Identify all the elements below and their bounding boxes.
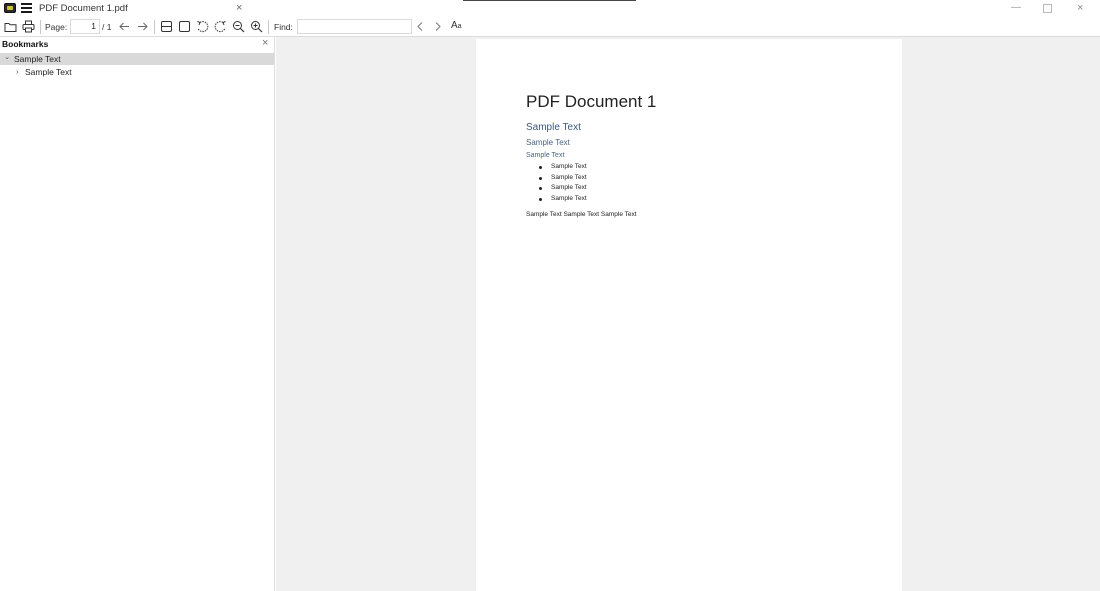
match-case-icon[interactable]: Aa	[451, 20, 462, 31]
find-input[interactable]	[297, 19, 412, 34]
toolbar: Page: 1 / 1 Find: Aa	[0, 17, 1100, 37]
toolbar-separator	[154, 20, 155, 34]
tab-close-icon[interactable]: ×	[236, 1, 242, 15]
page-number-input[interactable]: 1	[70, 19, 100, 34]
match-case-small: a	[457, 23, 462, 30]
list-item: Sample Text	[538, 162, 587, 173]
fit-width-icon[interactable]	[160, 20, 173, 33]
window-drag-indicator	[463, 0, 636, 1]
list-item: Sample Text	[538, 183, 587, 194]
fit-page-icon[interactable]	[178, 20, 191, 33]
document-tab[interactable]: PDF Document 1.pdf ×	[35, 0, 250, 17]
zoom-out-icon[interactable]	[232, 20, 245, 33]
toolbar-separator	[268, 20, 269, 34]
previous-page-icon[interactable]	[118, 20, 131, 33]
bookmark-label: Sample Text	[14, 54, 61, 64]
bookmarks-close-icon[interactable]: ×	[262, 37, 268, 49]
document-heading-2: Sample Text	[526, 122, 581, 133]
minimize-button[interactable]: —	[1011, 2, 1021, 14]
document-heading-3: Sample Text	[526, 138, 570, 147]
find-previous-icon[interactable]	[414, 20, 427, 33]
document-heading-4: Sample Text	[526, 152, 565, 159]
open-folder-icon[interactable]	[4, 20, 17, 33]
pdf-viewer-window: PDF Document 1.pdf × — × Page: 1 / 1 Fin…	[0, 0, 1100, 591]
next-page-icon[interactable]	[136, 20, 149, 33]
bookmarks-panel: Bookmarks × ⌄ Sample Text › Sample Text	[0, 37, 275, 591]
bookmark-label: Sample Text	[25, 67, 72, 77]
tab-title: PDF Document 1.pdf	[39, 3, 128, 14]
match-case-large: A	[451, 20, 458, 31]
rotate-left-icon[interactable]	[196, 20, 209, 33]
find-next-icon[interactable]	[431, 20, 444, 33]
document-title: PDF Document 1	[526, 92, 657, 111]
page-total: / 1	[102, 22, 112, 32]
hamburger-menu-icon[interactable]	[21, 3, 32, 13]
zoom-in-icon[interactable]	[250, 20, 263, 33]
maximize-button[interactable]	[1043, 4, 1052, 13]
bookmark-item[interactable]: › Sample Text	[0, 66, 274, 78]
rotate-right-icon[interactable]	[214, 20, 227, 33]
title-bar: PDF Document 1.pdf × — ×	[0, 0, 1100, 17]
chevron-down-icon[interactable]: ⌄	[4, 52, 10, 61]
pdf-page: PDF Document 1 Sample Text Sample Text S…	[476, 39, 902, 591]
document-paragraph: Sample Text Sample Text Sample Text	[526, 211, 637, 218]
app-logo-icon	[4, 3, 16, 13]
find-label: Find:	[274, 22, 293, 32]
document-viewer[interactable]: PDF Document 1 Sample Text Sample Text S…	[276, 37, 1100, 591]
toolbar-separator	[40, 20, 41, 34]
bookmarks-header: Bookmarks ×	[0, 37, 274, 52]
document-bullet-list: Sample Text Sample Text Sample Text Samp…	[538, 162, 587, 204]
list-item: Sample Text	[538, 173, 587, 184]
page-label: Page:	[45, 22, 68, 32]
print-icon[interactable]	[22, 20, 35, 33]
close-window-button[interactable]: ×	[1077, 2, 1083, 14]
bookmark-item[interactable]: ⌄ Sample Text	[0, 52, 274, 65]
list-item: Sample Text	[538, 194, 587, 205]
chevron-right-icon[interactable]: ›	[16, 67, 19, 76]
bookmarks-title: Bookmarks	[2, 39, 49, 49]
